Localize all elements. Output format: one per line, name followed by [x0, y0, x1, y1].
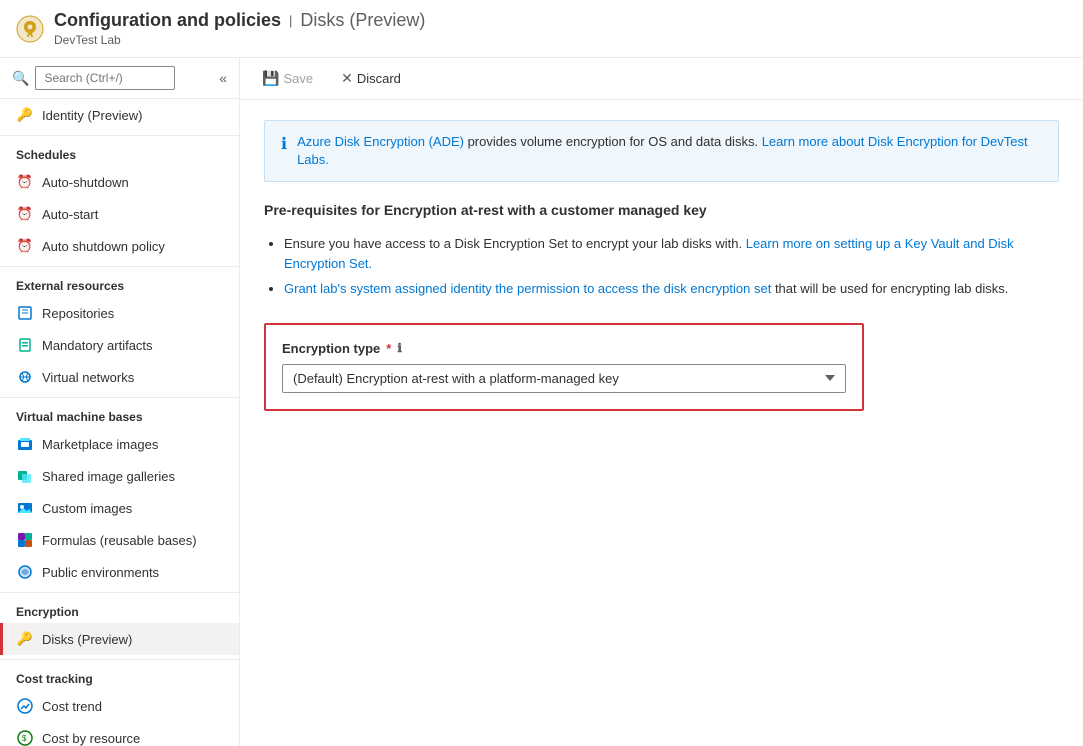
ade-link[interactable]: Azure Disk Encryption (ADE) — [297, 134, 464, 149]
title-separator: | — [289, 13, 292, 28]
encryption-form: Encryption type * ℹ (Default) Encryption… — [264, 323, 864, 411]
required-indicator: * — [386, 341, 391, 356]
sidebar-item-disks-preview[interactable]: 🔑 Disks (Preview) — [0, 623, 239, 655]
svg-text:$: $ — [22, 734, 27, 743]
encryption-type-select[interactable]: (Default) Encryption at-rest with a plat… — [282, 364, 846, 393]
network-icon — [16, 368, 34, 386]
sidebar-item-shared-image-galleries-label: Shared image galleries — [42, 469, 175, 484]
info-icon: ℹ — [281, 134, 287, 154]
cost-resource-icon: $ — [16, 729, 34, 746]
discard-label: Discard — [357, 71, 401, 86]
key-vault-link[interactable]: Learn more on setting up a Key Vault and… — [284, 236, 1014, 271]
sidebar-item-public-environments[interactable]: Public environments — [0, 556, 239, 588]
sidebar-item-auto-shutdown[interactable]: ⏰ Auto-shutdown — [0, 166, 239, 198]
page-subtitle: Disks (Preview) — [300, 10, 425, 31]
repo-icon — [16, 304, 34, 322]
sidebar-content: 🔑 Identity (Preview) Schedules ⏰ Auto-sh… — [0, 99, 239, 746]
marketplace-icon — [16, 435, 34, 453]
page-title: Configuration and policies — [54, 10, 281, 31]
clock-icon: ⏰ — [16, 173, 34, 191]
sidebar-item-identity[interactable]: 🔑 Identity (Preview) — [0, 99, 239, 131]
cost-trend-icon — [16, 697, 34, 715]
prerequisite-item-2: Grant lab's system assigned identity the… — [284, 279, 1059, 299]
formula-icon — [16, 531, 34, 549]
sidebar-section-cost-tracking: Cost tracking — [0, 659, 239, 690]
save-label: Save — [283, 71, 313, 86]
sidebar-item-mandatory-artifacts-label: Mandatory artifacts — [42, 338, 153, 353]
sidebar-item-custom-images[interactable]: Custom images — [0, 492, 239, 524]
header-text: Configuration and policies | Disks (Prev… — [54, 10, 425, 47]
sidebar-item-auto-shutdown-policy[interactable]: ⏰ Auto shutdown policy — [0, 230, 239, 262]
artifact-icon — [16, 336, 34, 354]
sidebar-item-shared-image-galleries[interactable]: Shared image galleries — [0, 460, 239, 492]
header-icon — [16, 15, 44, 43]
clock-icon-3: ⏰ — [16, 237, 34, 255]
sidebar-item-cost-trend-label: Cost trend — [42, 699, 102, 714]
prerequisites-list: Ensure you have access to a Disk Encrypt… — [264, 234, 1059, 299]
sidebar-item-identity-label: Identity (Preview) — [42, 108, 142, 123]
clock-icon-2: ⏰ — [16, 205, 34, 223]
sidebar-item-marketplace-images[interactable]: Marketplace images — [0, 428, 239, 460]
info-banner: ℹ Azure Disk Encryption (ADE) provides v… — [264, 120, 1059, 182]
sidebar-item-auto-shutdown-policy-label: Auto shutdown policy — [42, 239, 165, 254]
sidebar-item-cost-trend[interactable]: Cost trend — [0, 690, 239, 722]
sidebar-item-virtual-networks[interactable]: Virtual networks — [0, 361, 239, 393]
sidebar-item-cost-by-resource-label: Cost by resource — [42, 731, 140, 746]
save-icon: 💾 — [262, 70, 279, 87]
content-body: ℹ Azure Disk Encryption (ADE) provides v… — [240, 100, 1083, 746]
sidebar-item-auto-start[interactable]: ⏰ Auto-start — [0, 198, 239, 230]
sidebar-item-mandatory-artifacts[interactable]: Mandatory artifacts — [0, 329, 239, 361]
sidebar-section-vm-bases: Virtual machine bases — [0, 397, 239, 428]
sidebar-item-auto-shutdown-label: Auto-shutdown — [42, 175, 129, 190]
form-label-text: Encryption type — [282, 341, 380, 356]
sidebar-item-auto-start-label: Auto-start — [42, 207, 98, 222]
sidebar-section-external: External resources — [0, 266, 239, 297]
sidebar: 🔍 « 🔑 Identity (Preview) Schedules ⏰ Aut… — [0, 58, 240, 746]
info-banner-text: Azure Disk Encryption (ADE) provides vol… — [297, 133, 1042, 169]
sidebar-search-area: 🔍 « — [0, 58, 239, 99]
sidebar-item-public-environments-label: Public environments — [42, 565, 159, 580]
sidebar-item-marketplace-images-label: Marketplace images — [42, 437, 158, 452]
sidebar-section-schedules: Schedules — [0, 135, 239, 166]
discard-icon: ✕ — [341, 70, 353, 87]
form-info-icon: ℹ — [397, 341, 402, 355]
page-subtitle-small: DevTest Lab — [54, 33, 425, 47]
search-input[interactable] — [35, 66, 175, 90]
section-title: Pre-requisites for Encryption at-rest wi… — [264, 202, 1059, 218]
toolbar: 💾 Save ✕ Discard — [240, 58, 1083, 100]
sidebar-item-formulas[interactable]: Formulas (reusable bases) — [0, 524, 239, 556]
search-icon: 🔍 — [12, 70, 29, 87]
page-header: Configuration and policies | Disks (Prev… — [0, 0, 1083, 58]
sidebar-item-custom-images-label: Custom images — [42, 501, 132, 516]
sidebar-item-virtual-networks-label: Virtual networks — [42, 370, 134, 385]
environment-icon — [16, 563, 34, 581]
save-button[interactable]: 💾 Save — [256, 66, 319, 91]
sidebar-item-formulas-label: Formulas (reusable bases) — [42, 533, 197, 548]
content-area: 💾 Save ✕ Discard ℹ Azure Disk Encryption… — [240, 58, 1083, 746]
discard-button[interactable]: ✕ Discard — [335, 66, 407, 91]
key-icon-disks: 🔑 — [16, 630, 34, 648]
sidebar-collapse-button[interactable]: « — [219, 70, 227, 86]
form-label: Encryption type * ℹ — [282, 341, 846, 356]
main-layout: 🔍 « 🔑 Identity (Preview) Schedules ⏰ Aut… — [0, 58, 1083, 746]
custom-image-icon — [16, 499, 34, 517]
sidebar-item-repositories-label: Repositories — [42, 306, 114, 321]
sidebar-item-cost-by-resource[interactable]: $ Cost by resource — [0, 722, 239, 746]
prerequisite-item-1: Ensure you have access to a Disk Encrypt… — [284, 234, 1059, 273]
gallery-icon — [16, 467, 34, 485]
key-icon: 🔑 — [16, 106, 34, 124]
sidebar-section-encryption: Encryption — [0, 592, 239, 623]
sidebar-item-disks-preview-label: Disks (Preview) — [42, 632, 132, 647]
identity-link[interactable]: Grant lab's system assigned identity the… — [284, 281, 771, 296]
sidebar-item-repositories[interactable]: Repositories — [0, 297, 239, 329]
